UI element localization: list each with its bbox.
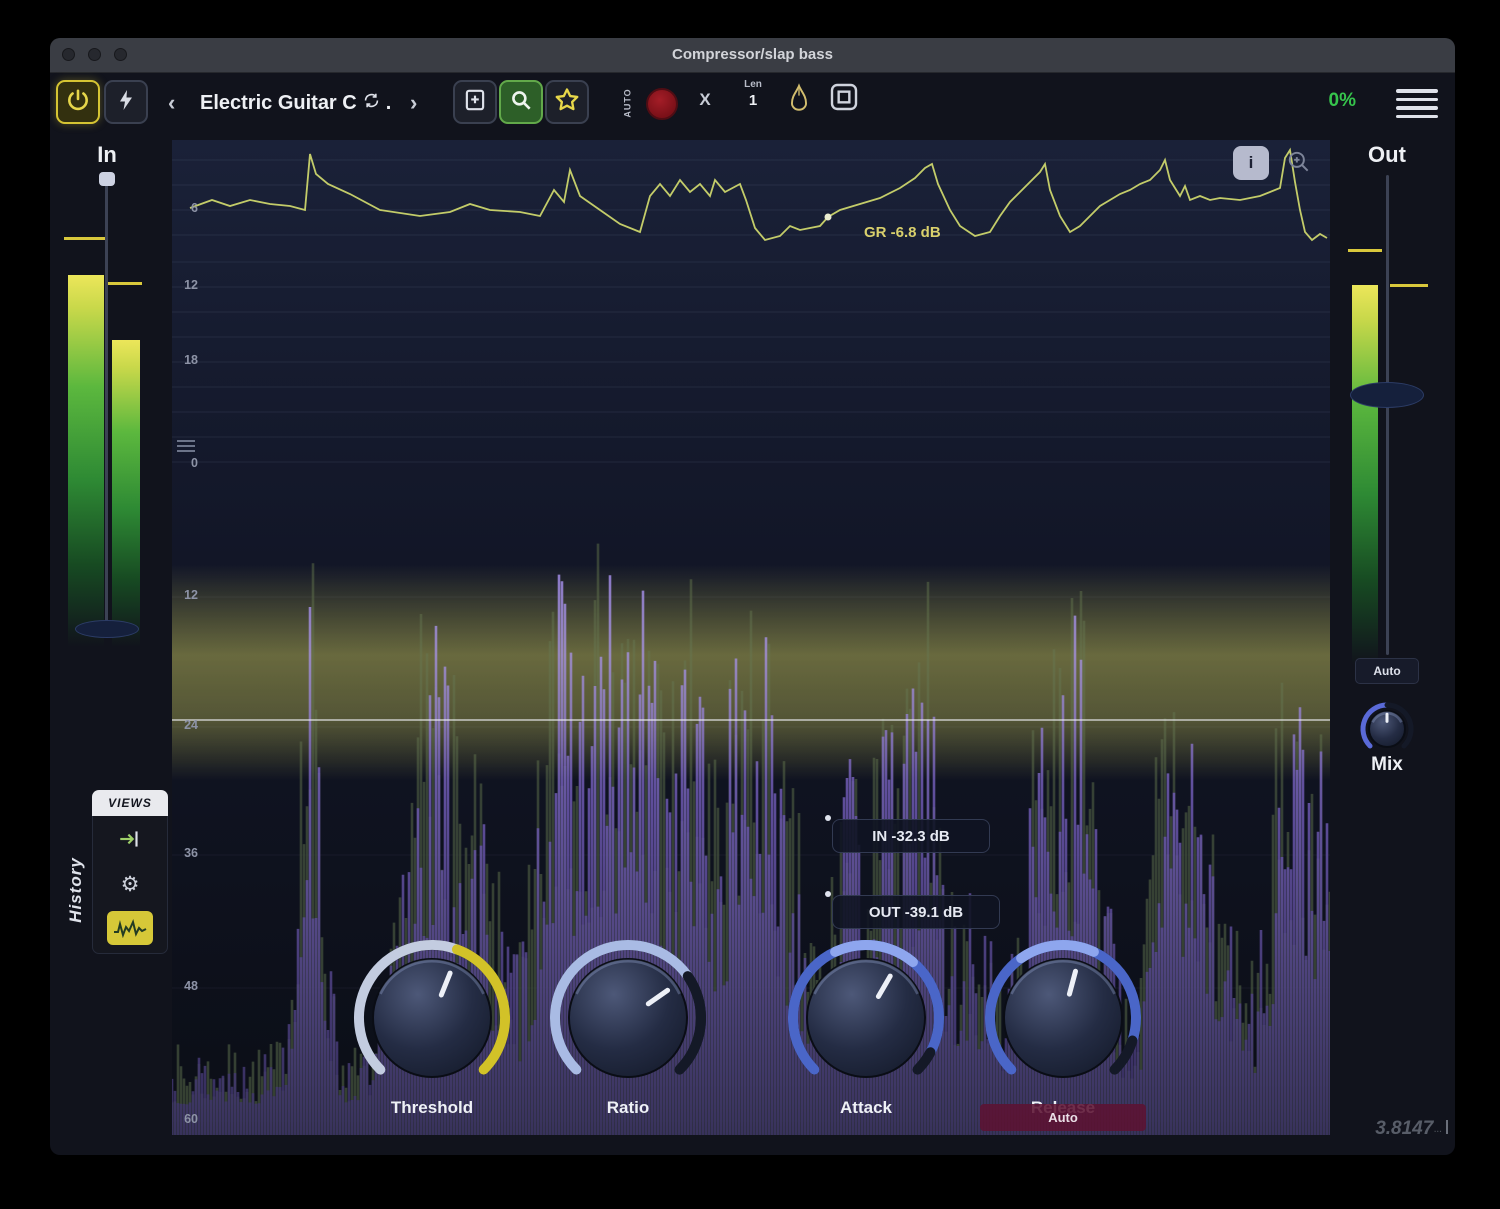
db-scale-label: 12	[174, 588, 198, 602]
input-route-icon	[117, 826, 143, 857]
attack-knob[interactable]	[781, 933, 951, 1103]
input-slider-thumb[interactable]	[75, 620, 139, 638]
db-scale-label: 24	[174, 718, 198, 732]
waveform-view-icon	[107, 911, 153, 945]
threshold-knob[interactable]	[347, 933, 517, 1103]
search-icon	[508, 87, 534, 118]
preset-sync-icon	[362, 91, 381, 116]
release-auto-badge[interactable]: Auto	[980, 1104, 1146, 1131]
db-scale-label: 48	[174, 979, 198, 993]
zoom-in-icon[interactable]	[1286, 149, 1312, 180]
len-label: Len	[744, 79, 762, 90]
preset-suffix: .	[386, 92, 392, 115]
db-scale-label: 60	[174, 1112, 198, 1126]
menu-button[interactable]	[1396, 89, 1438, 118]
window-size-button[interactable]	[828, 81, 860, 118]
input-meter-bar	[68, 275, 104, 647]
mix-knob[interactable]	[1359, 701, 1415, 757]
analyzer-display[interactable]: 6121801224364860 GR -6.8 dB IN -32.3 dB …	[172, 140, 1330, 1135]
threshold-knob-label: Threshold	[347, 1098, 517, 1118]
gear-icon: ⚙︎	[121, 872, 140, 897]
input-level-readout: IN -32.3 dB	[832, 819, 990, 853]
ab-compare-button[interactable]	[104, 80, 148, 124]
output-marker-dot	[825, 891, 831, 897]
output-gain-slider[interactable]	[1386, 175, 1389, 655]
history-label: History	[58, 824, 94, 956]
db-scale-label: 36	[174, 846, 198, 860]
auto-mode-label: AUTO	[618, 84, 638, 122]
record-button[interactable]	[646, 88, 678, 120]
metronome-icon	[786, 104, 812, 121]
db-scale-label: 12	[174, 278, 198, 292]
input-gain-slider[interactable]	[105, 176, 108, 632]
desktop: Compressor/slap bass ‹ Electric Guitar C…	[0, 0, 1500, 1209]
output-meter-bar	[1352, 285, 1378, 665]
view-waveform-button[interactable]	[106, 909, 154, 947]
version-label: 3.8147 ···	[1330, 1118, 1448, 1140]
gain-reduction-readout: GR -6.8 dB	[864, 224, 941, 241]
views-panel-header: VIEWS	[92, 790, 168, 816]
zero-line-handle-icon[interactable]	[175, 438, 197, 459]
input-meter-label: In	[77, 142, 137, 168]
attack-knob-label: Attack	[781, 1098, 951, 1118]
titlebar[interactable]: Compressor/slap bass	[50, 38, 1455, 73]
input-peak-tick	[64, 237, 106, 240]
view-settings-button[interactable]: ⚙︎	[106, 866, 154, 904]
db-scale-label: 18	[174, 353, 198, 367]
preset-name: Electric Guitar C	[200, 92, 357, 115]
input-slider-cap[interactable]	[99, 172, 115, 186]
output-slider-thumb[interactable]	[1350, 382, 1424, 408]
lightning-icon	[114, 88, 138, 117]
window-title: Compressor/slap bass	[50, 38, 1455, 72]
power-button[interactable]	[56, 80, 100, 124]
view-routing-button[interactable]	[106, 823, 154, 861]
preset-browser-button[interactable]	[499, 80, 543, 124]
ratio-knob[interactable]	[543, 933, 713, 1103]
cpu-percent: 0%	[1290, 90, 1356, 112]
preset-prev-button[interactable]: ‹	[168, 91, 175, 115]
ratio-knob-label: Ratio	[543, 1098, 713, 1118]
info-button[interactable]: i	[1233, 146, 1269, 180]
release-knob[interactable]	[978, 933, 1148, 1103]
waveform-plot	[172, 140, 1330, 1135]
save-plus-icon	[462, 87, 488, 118]
output-peak-tick	[1348, 249, 1382, 252]
save-preset-button[interactable]	[453, 80, 497, 124]
input-meter-bar-2	[112, 340, 140, 647]
output-meter-label: Out	[1357, 142, 1417, 168]
input-marker-dot	[825, 815, 831, 821]
clear-button[interactable]: X	[692, 90, 718, 110]
input-peak-tick-2	[108, 282, 142, 285]
preset-next-button[interactable]: ›	[410, 91, 417, 115]
mix-knob-label: Mix	[1357, 754, 1417, 776]
plugin-window: Compressor/slap bass ‹ Electric Guitar C…	[50, 38, 1455, 1155]
output-level-readout: OUT -39.1 dB	[832, 895, 1000, 929]
views-panel: ⚙︎	[92, 816, 168, 954]
db-scale-label: 6	[174, 201, 198, 215]
length-control[interactable]: Len 1	[733, 79, 773, 109]
star-icon	[553, 86, 581, 119]
frame-icon	[828, 100, 860, 117]
metronome-button[interactable]	[786, 83, 812, 122]
output-peak-tick-2	[1390, 284, 1428, 287]
favorite-button[interactable]	[545, 80, 589, 124]
len-value: 1	[733, 92, 773, 109]
output-auto-button[interactable]: Auto	[1355, 658, 1419, 684]
preset-selector[interactable]: Electric Guitar C .	[200, 86, 391, 120]
power-icon	[65, 87, 91, 118]
